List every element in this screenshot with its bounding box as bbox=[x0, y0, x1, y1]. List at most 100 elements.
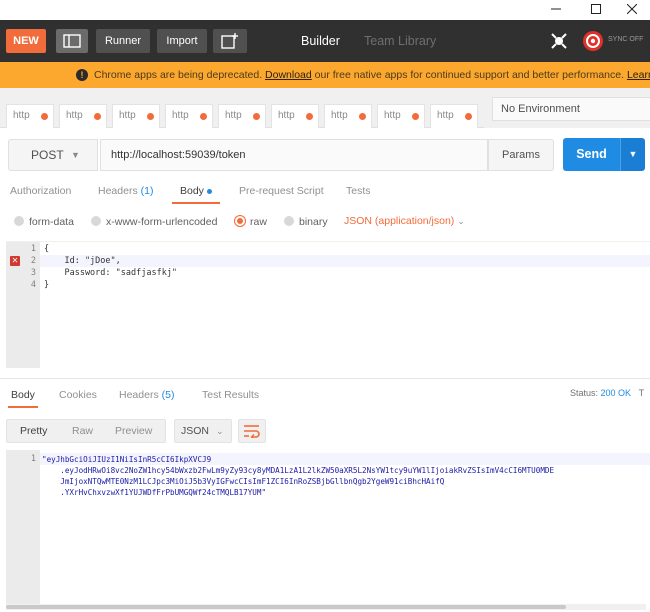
response-tab-headers-label: Headers bbox=[119, 389, 159, 401]
request-tab-label: http bbox=[172, 110, 189, 121]
response-tab-body[interactable]: Body bbox=[8, 386, 38, 408]
chevron-down-icon: ⌄ bbox=[457, 216, 465, 226]
url-bar: POST ▼ http://localhost:59039/token Para… bbox=[0, 128, 650, 182]
horizontal-scrollbar[interactable] bbox=[6, 604, 646, 610]
unsaved-dot-icon bbox=[306, 113, 313, 120]
new-button[interactable]: NEW bbox=[6, 29, 46, 53]
code-line: Id: "jDoe", bbox=[44, 256, 121, 266]
radio-raw[interactable]: raw bbox=[235, 215, 267, 229]
view-preview-button[interactable]: Preview bbox=[115, 420, 152, 442]
response-body-viewer[interactable]: 1 "eyJhbGciOiJIUzI1NiIsInR5cCI6IkpXVCJ9 … bbox=[6, 450, 650, 606]
download-link[interactable]: Download bbox=[265, 69, 312, 81]
banner-prefix: Chrome apps are being deprecated. bbox=[94, 69, 263, 81]
sidebar-toggle-button[interactable] bbox=[56, 29, 88, 53]
line-number: 1 bbox=[30, 454, 36, 464]
wrap-icon bbox=[244, 425, 260, 440]
line-number: 3 bbox=[30, 268, 36, 278]
tab-builder[interactable]: Builder bbox=[301, 20, 340, 62]
radio-urlencoded[interactable]: x-www-form-urlencoded bbox=[91, 215, 217, 229]
add-window-icon bbox=[221, 33, 238, 49]
learn-more-link[interactable]: Learn more bbox=[627, 69, 650, 81]
chevron-down-icon: ⌄ bbox=[215, 426, 224, 436]
response-line: .eyJodHRwOi8vc2NoZW1hcy54bWxzb2FwLm9yZy9… bbox=[42, 466, 555, 475]
body-type-options: form-data x-www-form-urlencoded raw bina… bbox=[0, 205, 650, 241]
send-dropdown-button[interactable]: ▼ bbox=[620, 138, 645, 171]
unsaved-dot-icon bbox=[253, 113, 260, 120]
unsaved-dot-icon bbox=[465, 113, 472, 120]
request-tab[interactable]: http bbox=[6, 104, 54, 128]
response-tab-headers[interactable]: Headers (5) bbox=[119, 386, 174, 408]
radio-form-data[interactable]: form-data bbox=[14, 215, 74, 229]
url-input[interactable]: http://localhost:59039/token bbox=[100, 139, 488, 171]
request-tab[interactable]: http bbox=[218, 104, 266, 128]
method-select[interactable]: POST ▼ bbox=[8, 139, 98, 171]
response-line: .YXrHvChxvzwXf1YUJWDfFrPbUMGQWf24cTMQLB1… bbox=[42, 488, 267, 497]
radio-label: raw bbox=[250, 216, 267, 228]
response-tab-cookies[interactable]: Cookies bbox=[59, 386, 97, 408]
radio-icon bbox=[14, 216, 24, 226]
radio-label: form-data bbox=[29, 216, 74, 228]
new-window-button[interactable] bbox=[213, 29, 247, 53]
request-body-editor[interactable]: 1 2 3 4 ✕ { Id: "jDoe", Password: "sadfj… bbox=[6, 241, 650, 368]
banner-middle: our free native apps for continued suppo… bbox=[314, 69, 625, 81]
response-line: "eyJhbGciOiJIUzI1NiIsInR5cCI6IkpXVCJ9 bbox=[42, 455, 212, 464]
request-tab[interactable]: http bbox=[165, 104, 213, 128]
environment-area: No Environment bbox=[484, 88, 650, 128]
send-button[interactable]: Send bbox=[563, 138, 620, 171]
interceptor-button[interactable] bbox=[549, 31, 571, 51]
radio-label: x-www-form-urlencoded bbox=[106, 216, 218, 228]
close-icon bbox=[626, 3, 638, 15]
tab-body-label: Body bbox=[180, 185, 204, 197]
request-tab[interactable]: http bbox=[324, 104, 372, 128]
runner-button[interactable]: Runner bbox=[96, 29, 150, 53]
request-tab-label: http bbox=[225, 110, 242, 121]
import-button[interactable]: Import bbox=[157, 29, 207, 53]
request-tab[interactable]: http bbox=[112, 104, 160, 128]
status-value: 200 OK bbox=[600, 388, 632, 398]
content-type-label: JSON (application/json) bbox=[344, 215, 455, 227]
request-tab[interactable]: http bbox=[430, 104, 478, 128]
headers-count-badge: (1) bbox=[140, 185, 154, 197]
banner-text: Chrome apps are being deprecated. Downlo… bbox=[94, 62, 650, 88]
unsaved-dot-icon bbox=[359, 113, 366, 120]
tab-pre-request-script[interactable]: Pre-request Script bbox=[239, 182, 324, 204]
maximize-button[interactable] bbox=[580, 0, 612, 20]
environment-select[interactable]: No Environment bbox=[492, 97, 650, 121]
content-type-select[interactable]: JSON (application/json) ⌄ bbox=[344, 215, 465, 227]
layout-icon bbox=[63, 34, 81, 48]
radio-icon bbox=[91, 216, 101, 226]
window-titlebar bbox=[0, 0, 650, 20]
error-icon[interactable]: ✕ bbox=[10, 256, 20, 266]
response-status: Status: 200 OK T bbox=[570, 388, 644, 398]
time-label: T bbox=[638, 388, 645, 398]
sync-off-icon bbox=[583, 31, 603, 51]
tab-headers[interactable]: Headers (1) bbox=[98, 182, 153, 204]
code-line: { bbox=[44, 244, 50, 254]
params-button[interactable]: Params bbox=[488, 139, 554, 171]
scrollbar-thumb[interactable] bbox=[6, 605, 566, 609]
request-tab-label: http bbox=[278, 110, 295, 121]
request-tab[interactable]: http bbox=[271, 104, 319, 128]
response-headers-count: (5) bbox=[161, 389, 175, 401]
request-tab[interactable]: http bbox=[377, 104, 425, 128]
tab-authorization[interactable]: Authorization bbox=[10, 182, 71, 204]
view-raw-button[interactable]: Raw bbox=[72, 420, 93, 442]
radio-selected-icon bbox=[235, 216, 245, 226]
tab-team-library[interactable]: Team Library bbox=[364, 20, 436, 62]
tab-body[interactable]: Body bbox=[172, 182, 220, 204]
radio-binary[interactable]: binary bbox=[284, 215, 328, 229]
close-button[interactable] bbox=[616, 0, 648, 20]
tab-headers-label: Headers bbox=[98, 185, 138, 197]
code-line: } bbox=[44, 280, 50, 290]
tab-tests[interactable]: Tests bbox=[346, 182, 371, 204]
format-select[interactable]: JSON ⌄ bbox=[174, 419, 232, 443]
wrap-lines-button[interactable] bbox=[238, 419, 266, 443]
request-section-tabs: Authorization Headers (1) Body Pre-reque… bbox=[0, 182, 650, 204]
minimize-button[interactable] bbox=[540, 0, 572, 20]
request-tab[interactable]: http bbox=[59, 104, 107, 128]
sync-status-button[interactable] bbox=[582, 30, 606, 52]
deprecation-banner: ! Chrome apps are being deprecated. Down… bbox=[0, 62, 650, 88]
view-pretty-button[interactable]: Pretty bbox=[20, 420, 47, 442]
status-label: Status: bbox=[570, 388, 599, 398]
response-tab-test-results[interactable]: Test Results bbox=[202, 386, 259, 408]
